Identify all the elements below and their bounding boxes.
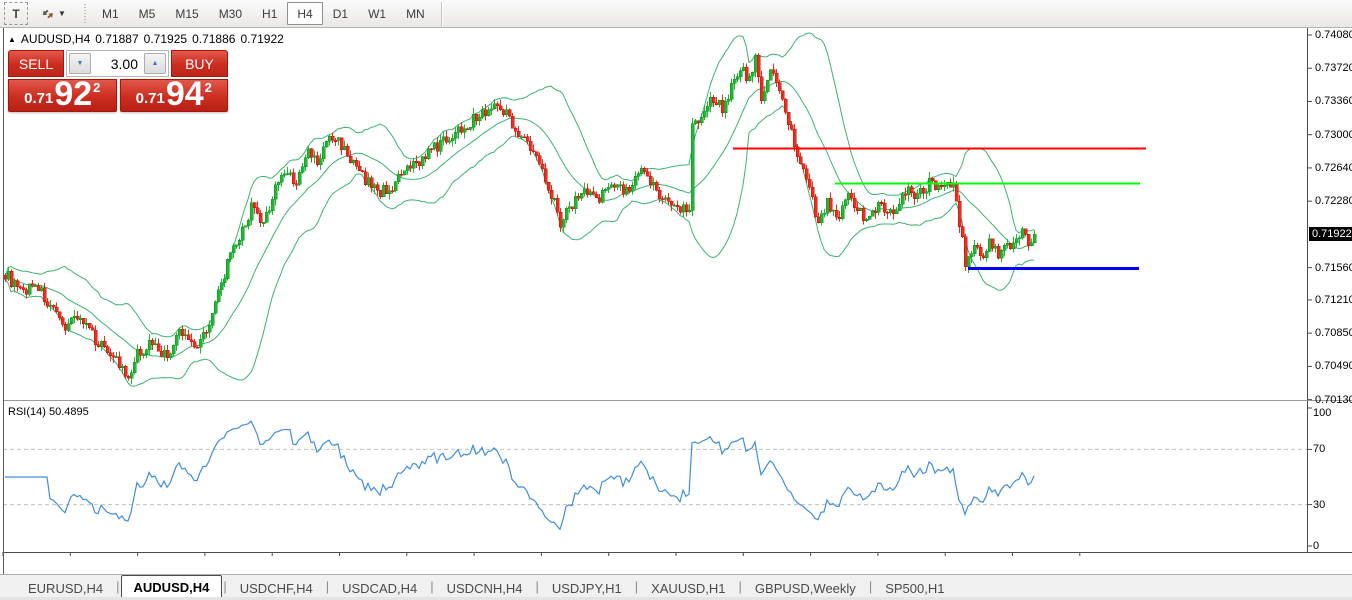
chart-tab-sp500[interactable]: SP500,H1 bbox=[873, 578, 956, 598]
price-tick-label: 0.71210 bbox=[1315, 294, 1352, 306]
price-tick-label: 0.73000 bbox=[1315, 129, 1352, 141]
chart-tab-usdcnh[interactable]: USDCNH,H4 bbox=[435, 578, 535, 598]
toolbar: T ▼ M1M5M15M30H1H4D1W1MN bbox=[0, 0, 1352, 28]
collapse-trade-panel-icon[interactable]: ▲ bbox=[8, 35, 16, 44]
chart-tab-audusd[interactable]: AUDUSD,H4 bbox=[121, 575, 223, 598]
timeframe-button-d1[interactable]: D1 bbox=[323, 2, 358, 25]
volume-input[interactable]: 3.00 bbox=[93, 56, 142, 72]
price-tick-label: 0.74080 bbox=[1315, 29, 1352, 41]
chart-tab-usdjpy[interactable]: USDJPY,H1 bbox=[540, 578, 634, 598]
chart-tab-bar: EURUSD,H4|AUDUSD,H4|USDCHF,H4|USDCAD,H4|… bbox=[0, 574, 1352, 598]
ohlc-close: 0.71922 bbox=[240, 32, 283, 46]
timeframe-group: M1M5M15M30H1H4D1W1MN bbox=[92, 2, 435, 25]
buy-price-pipette: 2 bbox=[205, 81, 212, 94]
ohlc-low: 0.71886 bbox=[192, 32, 235, 46]
timeframe-button-m1[interactable]: M1 bbox=[92, 2, 129, 25]
buy-button[interactable]: BUY bbox=[171, 50, 228, 77]
timeframe-button-h1[interactable]: H1 bbox=[252, 2, 287, 25]
volume-box: ▼ 3.00 ▲ bbox=[66, 50, 169, 77]
price-tick-label: 0.70850 bbox=[1315, 327, 1352, 339]
chart-symbol-period: AUDUSD,H4 bbox=[21, 32, 90, 46]
sell-button[interactable]: SELL bbox=[8, 50, 64, 77]
price-tick-label: 0.70490 bbox=[1315, 360, 1352, 372]
chart-tab-usdchf[interactable]: USDCHF,H4 bbox=[228, 578, 325, 598]
timeframe-button-m15[interactable]: M15 bbox=[165, 2, 208, 25]
chart-tab-usdcad[interactable]: USDCAD,H4 bbox=[330, 578, 429, 598]
text-tool-button[interactable]: T bbox=[4, 2, 28, 25]
sell-price-pipette: 2 bbox=[93, 81, 100, 94]
arrange-charts-button[interactable]: ▼ bbox=[30, 2, 76, 25]
buy-price-digits: 94 bbox=[166, 81, 204, 109]
price-tick-label: 0.71560 bbox=[1315, 262, 1352, 274]
sell-price-digits: 92 bbox=[54, 81, 92, 109]
price-tick-label: 0.73360 bbox=[1315, 95, 1352, 107]
mt4-window: T ▼ M1M5M15M30H1H4D1W1MN ▲ AUDUSD,H4 0.7… bbox=[0, 0, 1352, 600]
chart-title: ▲ AUDUSD,H4 0.71887 0.71925 0.71886 0.71… bbox=[8, 32, 284, 46]
toolbar-separator bbox=[441, 2, 442, 26]
timeframe-button-mn[interactable]: MN bbox=[396, 2, 435, 25]
price-chart-canvas[interactable] bbox=[0, 28, 1352, 600]
chart-tab-eurusd[interactable]: EURUSD,H4 bbox=[16, 578, 115, 598]
volume-decrease-button[interactable]: ▼ bbox=[69, 53, 91, 74]
chart-tab-xauusd[interactable]: XAUUSD,H1 bbox=[639, 578, 737, 598]
sell-price-button[interactable]: 0.71 92 2 bbox=[8, 79, 117, 112]
rsi-indicator-label: RSI(14) 50.4895 bbox=[8, 406, 89, 418]
timeframe-button-m30[interactable]: M30 bbox=[209, 2, 252, 25]
buy-price-button[interactable]: 0.71 94 2 bbox=[120, 79, 229, 112]
sell-price-prefix: 0.71 bbox=[24, 91, 53, 106]
chart-tab-gbpusd[interactable]: GBPUSD,Weekly bbox=[743, 578, 868, 598]
one-click-trading-panel: SELL ▼ 3.00 ▲ BUY 0.71 92 2 0.71 94 2 bbox=[8, 50, 228, 112]
price-tick-label: 0.72640 bbox=[1315, 162, 1352, 174]
rsi-line bbox=[5, 421, 1034, 529]
tab-separator: | bbox=[115, 579, 120, 594]
timeframe-button-h4[interactable]: H4 bbox=[287, 2, 322, 25]
dropdown-caret-icon: ▼ bbox=[58, 9, 66, 18]
timeframe-button-w1[interactable]: W1 bbox=[358, 2, 396, 25]
diagonal-arrows-icon bbox=[40, 7, 56, 21]
ohlc-high: 0.71925 bbox=[144, 32, 187, 46]
window-left-border bbox=[3, 28, 4, 574]
price-tick-label: 0.70130 bbox=[1315, 394, 1352, 406]
rsi-tick-label: 30 bbox=[1313, 499, 1325, 511]
buy-price-prefix: 0.71 bbox=[136, 91, 165, 106]
current-price-tag: 0.71922 bbox=[1309, 227, 1352, 241]
rsi-tick-label: 100 bbox=[1313, 407, 1331, 419]
price-tick-label: 0.73720 bbox=[1315, 62, 1352, 74]
timeframe-button-m5[interactable]: M5 bbox=[129, 2, 166, 25]
ohlc-open: 0.71887 bbox=[95, 32, 138, 46]
price-tick-label: 0.72280 bbox=[1315, 195, 1352, 207]
chart-window[interactable]: ▲ AUDUSD,H4 0.71887 0.71925 0.71886 0.71… bbox=[0, 28, 1352, 600]
volume-increase-button[interactable]: ▲ bbox=[144, 53, 166, 74]
rsi-tick-label: 0 bbox=[1313, 540, 1319, 552]
toolbar-grip[interactable] bbox=[81, 4, 88, 24]
rsi-tick-label: 70 bbox=[1313, 443, 1325, 455]
